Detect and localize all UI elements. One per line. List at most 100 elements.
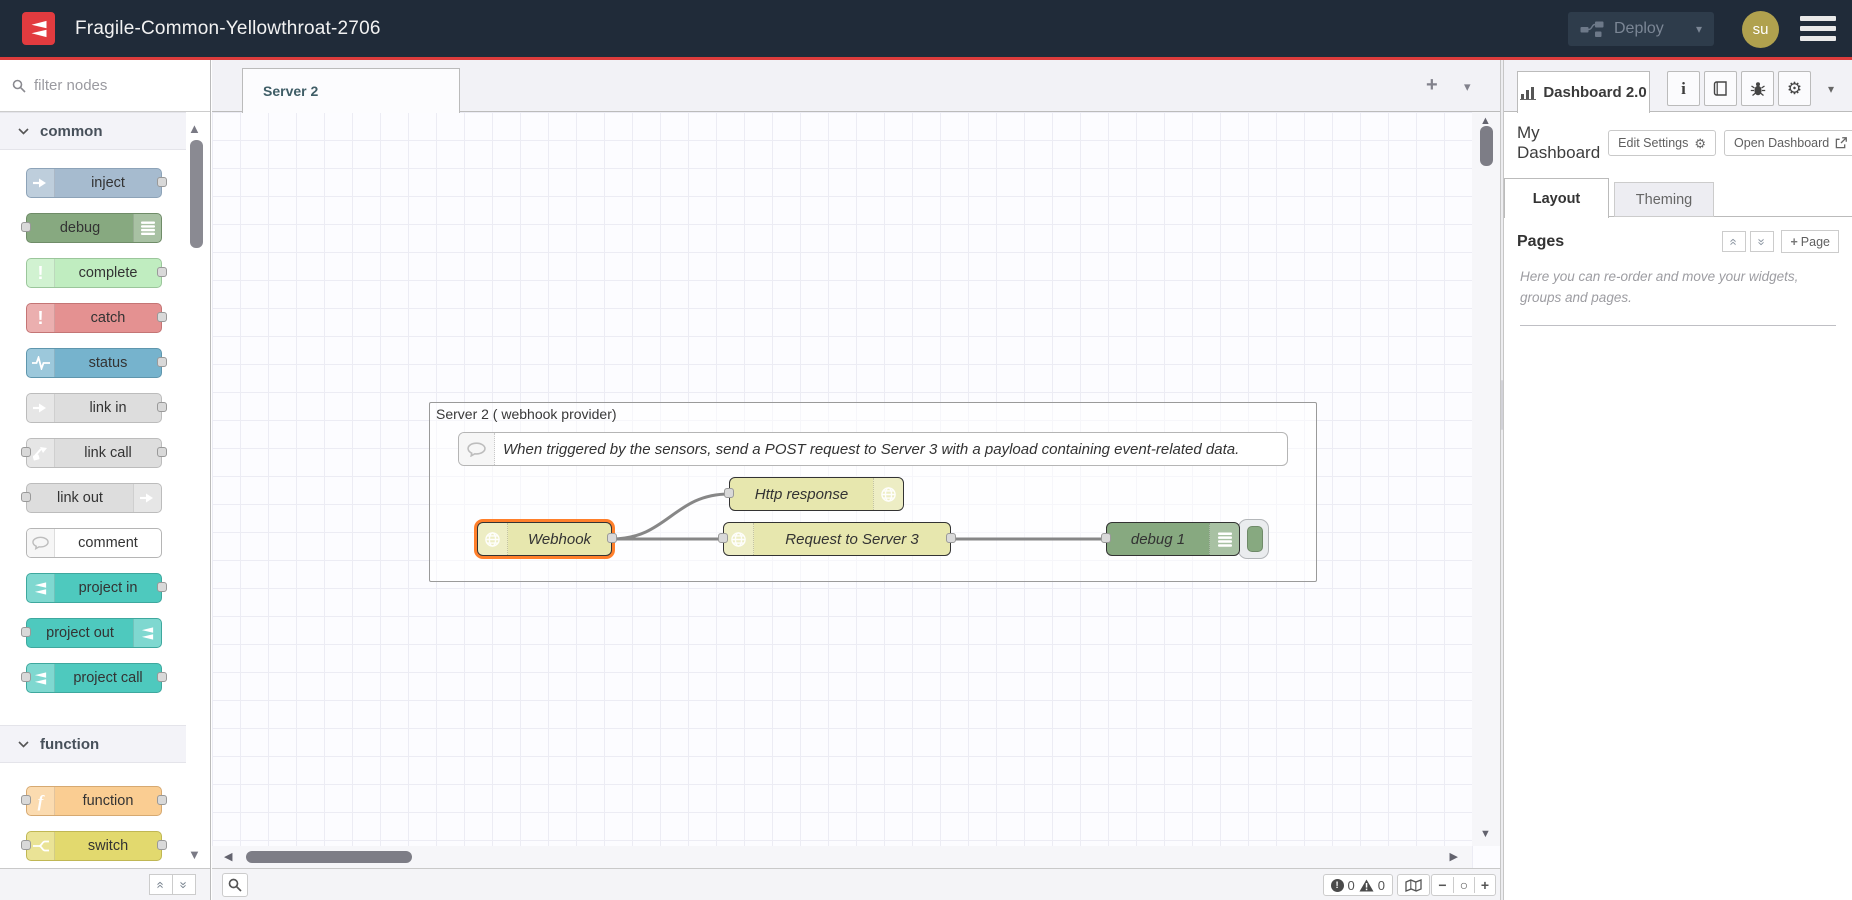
palette-scroll-area[interactable]: common inject debug ! complete [0,112,210,868]
comment-text: When triggered by the sensors, send a PO… [495,433,1287,465]
input-port[interactable] [21,222,31,232]
output-port[interactable] [157,312,167,322]
canvas-horizontal-scrollbar[interactable]: ◀ ▶ [212,846,1472,868]
vertical-scrollbar-thumb[interactable] [1480,126,1493,166]
output-port[interactable] [946,533,956,543]
sidebar-tab-help[interactable] [1704,71,1737,106]
flow-canvas[interactable]: Server 2 ( webhook provider) When trigge… [212,112,1500,868]
palette-node-project-call[interactable]: project call [26,663,162,693]
palette-node-switch[interactable]: switch [26,831,162,861]
palette-node-function[interactable]: f function [26,786,162,816]
palette-node-catch[interactable]: ! catch [26,303,162,333]
add-page-button[interactable]: + Page [1781,230,1839,253]
output-port[interactable] [157,267,167,277]
zoom-reset-button[interactable]: ○ [1453,877,1474,893]
move-page-up-button[interactable]: « [1722,231,1746,252]
output-port[interactable] [157,672,167,682]
output-port[interactable] [157,795,167,805]
pages-title: Pages [1517,233,1722,251]
scroll-right-icon[interactable]: ▶ [1450,852,1458,863]
output-port[interactable] [157,447,167,457]
user-avatar[interactable]: su [1742,11,1779,48]
edit-settings-button[interactable]: Edit Settings ⚙ [1608,130,1716,156]
project-logo-icon [133,619,161,647]
book-icon [1713,81,1728,96]
output-port[interactable] [607,533,617,543]
horizontal-scrollbar-thumb[interactable] [246,851,412,863]
deploy-dropdown-chevron-icon[interactable]: ▾ [1696,22,1702,36]
input-port[interactable] [21,840,31,850]
palette-scroll-down-icon[interactable]: ▼ [188,848,201,861]
palette-node-label: link call [55,439,161,467]
palette-node-link-in[interactable]: link in [26,393,162,423]
scroll-down-icon[interactable]: ▼ [1480,829,1491,840]
output-port[interactable] [157,582,167,592]
add-flow-button[interactable]: + [1426,74,1438,97]
collapse-categories-button[interactable]: « [149,874,173,895]
zoom-in-button[interactable]: + [1474,877,1495,893]
notifications-button[interactable]: ! 0 0 [1323,874,1393,896]
palette-node-link-call[interactable]: link call [26,438,162,468]
node-http-response[interactable]: Http response [729,477,904,511]
deploy-button[interactable]: Deploy ▾ [1568,12,1714,46]
sidebar-tab-info[interactable]: i [1667,71,1700,106]
tab-theming[interactable]: Theming [1614,182,1714,217]
gear-icon: ⚙ [1694,137,1706,150]
warning-icon [1359,879,1374,892]
canvas-search-button[interactable] [222,873,248,897]
sidebar-tab-debug[interactable] [1741,71,1774,106]
palette-node-project-out[interactable]: project out [26,618,162,648]
pages-help-text: Here you can re-order and move your widg… [1504,263,1852,309]
scroll-left-icon[interactable]: ◀ [224,852,232,863]
palette-category-common[interactable]: common [0,112,186,150]
palette-node-debug[interactable]: debug [26,213,162,243]
input-port[interactable] [21,447,31,457]
palette-node-comment[interactable]: comment [26,528,162,558]
palette-scroll-up-icon[interactable]: ▲ [188,122,201,135]
palette-node-project-in[interactable]: project in [26,573,162,603]
comment-node[interactable]: When triggered by the sensors, send a PO… [458,432,1288,466]
flow-list-chevron-icon[interactable]: ▾ [1464,79,1471,95]
sidebar-tab-config[interactable]: ⚙ [1778,71,1811,106]
output-port[interactable] [157,840,167,850]
dashboard-panel-header: My Dashboard Edit Settings ⚙ Open Dashbo… [1504,112,1852,172]
palette-node-status[interactable]: status [26,348,162,378]
open-dashboard-button[interactable]: Open Dashboard [1724,130,1852,156]
input-port[interactable] [21,672,31,682]
zoom-controls: − ○ + [1431,874,1496,896]
splitter-handle[interactable] [1501,380,1503,430]
palette-filter-input[interactable] [34,77,184,94]
tab-layout[interactable]: Layout [1504,178,1609,218]
sidebar-tab-dashboard[interactable]: Dashboard 2.0 [1517,71,1650,113]
input-port[interactable] [21,492,31,502]
flow-tab-server2[interactable]: Server 2 [242,68,460,113]
node-webhook[interactable]: Webhook [477,522,612,556]
expand-categories-button[interactable]: » [172,874,196,895]
wire-webhook-httpresponse[interactable] [612,494,729,539]
output-port[interactable] [157,402,167,412]
input-port[interactable] [718,533,728,543]
output-port[interactable] [157,357,167,367]
navigator-button[interactable] [1397,874,1430,896]
zoom-out-button[interactable]: − [1432,877,1453,893]
canvas-vertical-scrollbar[interactable]: ▲ ▼ [1472,112,1500,846]
debug-enable-toggle[interactable] [1238,519,1269,559]
input-port[interactable] [21,627,31,637]
input-port[interactable] [1101,533,1111,543]
palette-category-function[interactable]: function [0,725,186,763]
palette-node-link-out[interactable]: link out [26,483,162,513]
sidebar-menu-chevron-icon[interactable]: ▾ [1828,82,1834,96]
move-page-down-button[interactable]: » [1750,231,1774,252]
open-dashboard-label: Open Dashboard [1734,136,1829,150]
pages-header: Pages « » + Page [1504,217,1852,263]
input-port[interactable] [724,488,734,498]
output-port[interactable] [157,177,167,187]
palette-node-complete[interactable]: ! complete [26,258,162,288]
input-port[interactable] [21,795,31,805]
palette-scrollbar-thumb[interactable] [190,140,203,248]
node-debug-1[interactable]: debug 1 [1106,522,1240,556]
canvas-footer: ! 0 0 − ○ + [212,868,1500,900]
main-menu-button[interactable] [1800,16,1836,41]
palette-node-inject[interactable]: inject [26,168,162,198]
node-request-to-server3[interactable]: Request to Server 3 [723,522,951,556]
